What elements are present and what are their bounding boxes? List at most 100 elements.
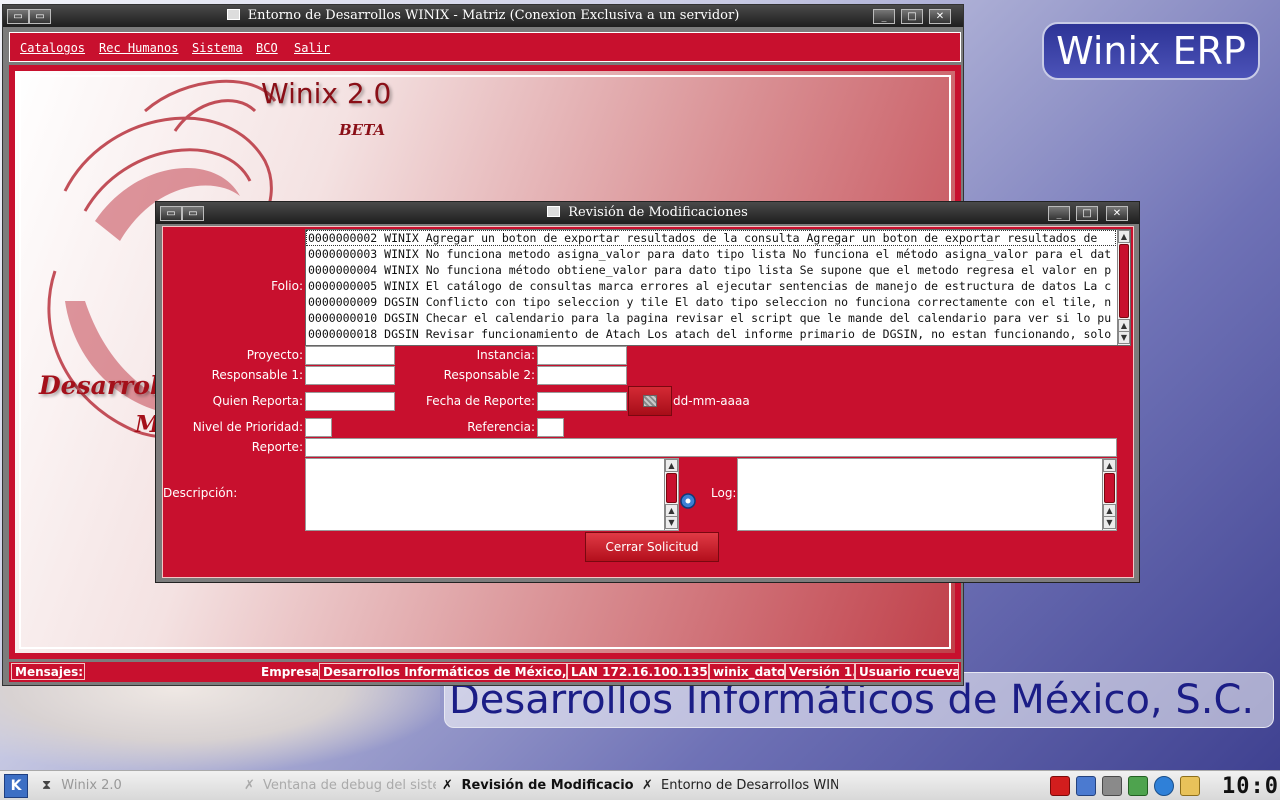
package-icon[interactable] <box>1128 776 1148 796</box>
calendar-button[interactable] <box>628 386 672 416</box>
descripcion-textarea[interactable]: ▲ ▲ ▼ <box>305 458 679 531</box>
status-user: Usuario rcuevas: <box>855 663 959 680</box>
status-db: winix_datos <box>709 663 785 680</box>
main-window-title: Entorno de Desarrollos WINIX - Matriz (C… <box>247 8 740 23</box>
folio-list-item[interactable]: 0000000005 WINIX El catálogo de consulta… <box>306 278 1116 294</box>
clock: 10:02 <box>1222 774 1280 799</box>
close-icon[interactable]: ✕ <box>1106 206 1128 221</box>
taskbar-task-label: Winix 2.0 <box>61 778 122 793</box>
date-format-hint: dd-mm-aaaa <box>673 394 750 408</box>
descripcion-scrollbar[interactable]: ▲ ▲ ▼ <box>664 459 678 530</box>
menu-catalogos[interactable]: Catalogos <box>20 41 85 55</box>
folio-list-item[interactable]: 0000000018 DGSIN Revisar funcionamiento … <box>306 326 1116 342</box>
dialog-body: Folio: 0000000002 WINIX Agregar un boton… <box>162 226 1134 578</box>
responsable2-field[interactable] <box>537 366 627 385</box>
taskbar-task-label: Ventana de debug del siste <box>263 778 436 793</box>
status-empresa: Desarrollos Informáticos de México, S.C. <box>319 663 567 680</box>
log-scrollbar[interactable]: ▲ ▲ ▼ <box>1102 459 1116 530</box>
desktop-brand-logo: Winix ERP <box>1042 22 1260 80</box>
taskbar: K ⧗ Winix 2.0 ✗ Ventana de debug del sis… <box>0 770 1280 800</box>
folio-list-item[interactable]: 0000000010 DGSIN Checar el calendario pa… <box>306 310 1116 326</box>
network-icon[interactable] <box>1076 776 1096 796</box>
app-title: Winix 2.0 <box>261 77 392 110</box>
fecha-reporte-label: Fecha de Reporte: <box>425 394 535 408</box>
kde-menu-icon[interactable]: K <box>4 774 28 798</box>
folio-listbox[interactable]: 0000000002 WINIX Agregar un boton de exp… <box>305 229 1131 346</box>
menu-rec-humanos[interactable]: Rec Humanos <box>99 41 178 55</box>
dialog-title: Revisión de Modificaciones <box>568 205 748 220</box>
window-app-icon <box>226 9 240 20</box>
folio-list-item[interactable]: 0000000004 WINIX No funciona método obti… <box>306 262 1116 278</box>
busy-cursor-icon <box>680 493 696 509</box>
scroll-down-icon[interactable]: ▼ <box>1118 331 1130 344</box>
menu-sistema[interactable]: Sistema <box>192 41 243 55</box>
log-textarea[interactable]: ▲ ▲ ▼ <box>737 458 1117 531</box>
folio-label: Folio: <box>271 279 303 293</box>
scrollbar-thumb[interactable] <box>666 473 677 503</box>
proyecto-field[interactable] <box>305 346 395 365</box>
taskbar-task[interactable]: ✗ Entorno de Desarrollos WIN <box>642 778 838 793</box>
quien-reporta-field[interactable] <box>305 392 395 411</box>
scroll-down-icon[interactable]: ▼ <box>665 516 678 529</box>
fecha-reporte-field[interactable] <box>537 392 627 411</box>
main-statusbar: Mensajes: 0 Empresa Desarrollos Informát… <box>9 662 961 682</box>
quien-reporta-label: Quien Reporta: <box>212 394 303 408</box>
taskbar-task-active[interactable]: ✗ Revisión de Modificacio <box>442 778 638 793</box>
referencia-field[interactable] <box>537 418 564 437</box>
cerrar-solicitud-button[interactable]: Cerrar Solicitud <box>585 532 719 562</box>
minimize-icon[interactable]: _ <box>1048 206 1070 221</box>
instancia-field[interactable] <box>537 346 627 365</box>
maximize-icon[interactable]: □ <box>1076 206 1098 221</box>
instancia-label: Instancia: <box>476 348 535 362</box>
status-lan: LAN 172.16.100.135 DB <box>567 663 709 680</box>
scroll-down-icon[interactable]: ▼ <box>1103 516 1116 529</box>
close-icon[interactable]: ✕ <box>929 9 951 24</box>
referencia-label: Referencia: <box>467 420 535 434</box>
x-app-icon: ✗ <box>442 778 453 793</box>
status-version: Versión 1.0 <box>785 663 855 680</box>
scroll-up-icon[interactable]: ▲ <box>1103 459 1116 472</box>
scroll-up-icon[interactable]: ▲ <box>1118 230 1130 243</box>
taskbar-task[interactable]: ⧗ Winix 2.0 <box>42 778 222 793</box>
taskbar-task-label: Entorno de Desarrollos WIN <box>661 778 838 793</box>
scroll-up-icon[interactable]: ▲ <box>665 459 678 472</box>
minimize-icon[interactable]: _ <box>873 9 895 24</box>
x-app-icon: ✗ <box>244 778 255 793</box>
reporte-field[interactable] <box>305 438 1117 457</box>
power-icon[interactable] <box>1050 776 1070 796</box>
window-app-icon <box>547 206 561 217</box>
storage-icon[interactable] <box>1102 776 1122 796</box>
log-label: Log: <box>711 486 737 500</box>
descripcion-label: Descripción: <box>163 486 238 500</box>
clipboard-icon[interactable] <box>1180 776 1200 796</box>
main-menubar: Catalogos Rec Humanos Sistema BCO Salir <box>9 32 961 62</box>
responsable1-label: Responsable 1: <box>211 368 303 382</box>
scrollbar-thumb[interactable] <box>1104 473 1115 503</box>
nivel-prioridad-field[interactable] <box>305 418 332 437</box>
app-beta-tag: BETA <box>339 121 386 139</box>
browser-icon[interactable] <box>1154 776 1174 796</box>
x-app-icon: ✗ <box>642 778 653 793</box>
dialog-titlebar[interactable]: ▭ ▭ Revisión de Modificaciones _ □ ✕ <box>156 202 1139 224</box>
status-empresa-label: Empresa <box>261 665 319 679</box>
revision-dialog: ▭ ▭ Revisión de Modificaciones _ □ ✕ Fol… <box>155 201 1140 583</box>
folio-scrollbar[interactable]: ▲ ▲ ▼ <box>1117 230 1130 345</box>
maximize-icon[interactable]: □ <box>901 9 923 24</box>
status-messages: Mensajes: 0 <box>11 663 85 680</box>
taskbar-task-label: Revisión de Modificacio <box>461 778 634 793</box>
responsable1-field[interactable] <box>305 366 395 385</box>
responsable2-label: Responsable 2: <box>443 368 535 382</box>
proyecto-label: Proyecto: <box>246 348 303 362</box>
scrollbar-thumb[interactable] <box>1119 244 1129 318</box>
hourglass-icon: ⧗ <box>42 778 52 793</box>
menu-bco[interactable]: BCO <box>256 41 278 55</box>
nivel-prioridad-label: Nivel de Prioridad: <box>192 420 303 434</box>
main-window-titlebar[interactable]: ▭ ▭ Entorno de Desarrollos WINIX - Matri… <box>3 5 963 27</box>
folio-list-item[interactable]: 0000000009 DGSIN Conflicto con tipo sele… <box>306 294 1116 310</box>
taskbar-task[interactable]: ✗ Ventana de debug del siste <box>244 778 436 793</box>
folio-list-item[interactable]: 0000000003 WINIX No funciona metodo asig… <box>306 246 1116 262</box>
calendar-icon <box>643 395 657 407</box>
folio-list-item[interactable]: 0000000002 WINIX Agregar un boton de exp… <box>306 230 1116 246</box>
reporte-label: Reporte: <box>251 440 303 454</box>
menu-salir[interactable]: Salir <box>294 41 330 55</box>
